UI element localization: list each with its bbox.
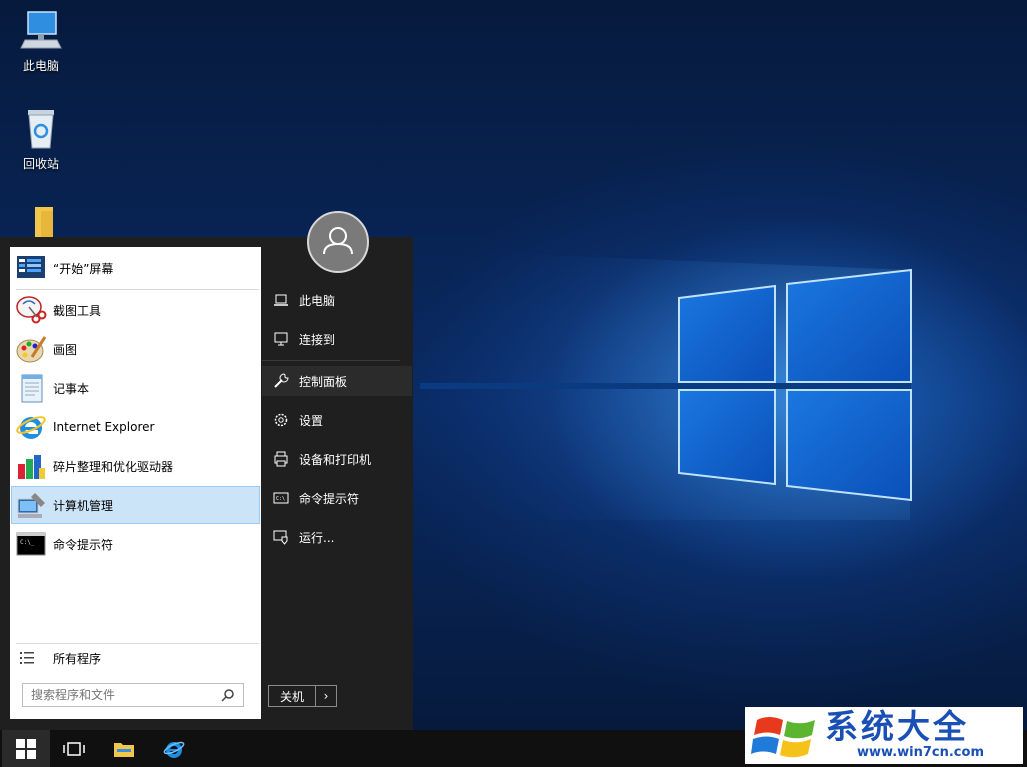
start-screen-item[interactable]: “开始”屏幕 [12, 250, 259, 286]
start-screen-icon [17, 256, 45, 278]
computer-management-icon [17, 493, 45, 518]
app-item-label: 记事本 [53, 381, 90, 396]
task-view-icon [63, 741, 85, 756]
app-item-internet-explorer[interactable]: Internet Explorer [12, 409, 259, 445]
gear-icon [274, 413, 288, 427]
wrench-icon [274, 373, 289, 388]
defrag-icon [18, 455, 45, 479]
app-item-command-prompt[interactable]: C:\_ 命令提示符 [12, 526, 259, 562]
right-item-label: 设备和打印机 [299, 452, 372, 467]
right-item-connect-to[interactable]: 连接到 [262, 324, 412, 354]
computer-icon [20, 11, 62, 49]
right-item-label: 连接到 [299, 332, 336, 347]
desktop-icon-label: 回收站 [22, 157, 59, 171]
user-icon [323, 227, 353, 255]
watermark: 系统大全 www.win7cn.com [745, 707, 1023, 764]
file-explorer-button[interactable] [100, 730, 148, 767]
paint-icon [16, 336, 47, 363]
right-item-label: 命令提示符 [299, 491, 360, 506]
desktop-icon-recycle-bin[interactable]: 回收站 [9, 106, 73, 172]
right-item-label: 控制面板 [299, 374, 348, 389]
app-item-computer-management[interactable]: 计算机管理 [11, 486, 260, 524]
laptop-icon [274, 294, 288, 306]
recycle-bin-icon [28, 110, 54, 149]
all-programs-button[interactable]: 所有程序 [12, 644, 259, 672]
search-box[interactable] [22, 683, 244, 707]
right-item-command-prompt[interactable]: C:\ 命令提示符 [262, 483, 412, 513]
notepad-icon [21, 374, 43, 403]
folder-icon [35, 207, 53, 237]
app-item-label: 命令提示符 [53, 537, 114, 552]
monitor-connect-icon [274, 332, 288, 346]
shutdown-button[interactable]: 关机 › [268, 685, 337, 707]
right-item-label: 设置 [299, 413, 324, 428]
windows-logo-icon [16, 738, 36, 759]
svg-text:C:\: C:\ [276, 496, 285, 502]
app-item-label: Internet Explorer [53, 420, 155, 434]
search-icon[interactable] [221, 688, 235, 702]
start-button[interactable] [2, 730, 50, 767]
app-item-label: 计算机管理 [53, 498, 114, 513]
start-left-pane: “开始”屏幕 截图工具 画图 记事本 Internet Explorer 碎片整… [10, 247, 261, 719]
start-screen-label: “开始”屏幕 [53, 261, 114, 276]
all-programs-label: 所有程序 [53, 651, 102, 666]
app-item-label: 碎片整理和优化驱动器 [53, 459, 174, 474]
internet-explorer-icon [16, 416, 46, 439]
user-avatar[interactable] [307, 211, 369, 273]
shutdown-label[interactable]: 关机 [269, 686, 316, 706]
printer-icon [274, 451, 288, 467]
search-input[interactable] [23, 685, 221, 705]
run-icon [273, 530, 288, 545]
right-item-devices-printers[interactable]: 设备和打印机 [262, 444, 412, 474]
internet-explorer-button[interactable] [150, 730, 198, 767]
list-icon [20, 652, 34, 664]
divider [262, 360, 400, 361]
app-item-notepad[interactable]: 记事本 [12, 370, 259, 406]
task-view-button[interactable] [50, 730, 98, 767]
folder-icon [114, 742, 134, 757]
command-prompt-icon: C:\_ [16, 532, 46, 556]
windows-flag-logo-icon [751, 717, 815, 758]
right-item-settings[interactable]: 设置 [262, 405, 412, 435]
right-item-label: 此电脑 [299, 293, 336, 308]
shutdown-options-chevron-icon[interactable]: › [316, 686, 336, 706]
app-item-label: 画图 [53, 342, 78, 357]
cmd-small-icon: C:\ [273, 492, 289, 504]
app-item-paint[interactable]: 画图 [12, 331, 259, 367]
right-item-this-pc[interactable]: 此电脑 [262, 285, 412, 315]
svg-text:C:\_: C:\_ [20, 539, 35, 546]
internet-explorer-icon [163, 741, 185, 758]
right-item-label: 运行... [299, 530, 335, 545]
app-item-snipping-tool[interactable]: 截图工具 [12, 292, 259, 328]
app-item-defrag[interactable]: 碎片整理和优化驱动器 [12, 448, 259, 484]
watermark-title: 系统大全 [825, 707, 969, 746]
start-menu: “开始”屏幕 截图工具 画图 记事本 Internet Explorer 碎片整… [0, 237, 413, 730]
desktop-icon-label: 此电脑 [22, 59, 59, 73]
app-item-label: 截图工具 [53, 303, 102, 318]
divider [16, 289, 259, 290]
right-item-control-panel[interactable]: 控制面板 [262, 366, 412, 396]
snipping-tool-icon [16, 296, 47, 324]
watermark-url: www.win7cn.com [857, 745, 984, 760]
right-item-run[interactable]: 运行... [262, 522, 412, 552]
desktop-icon-this-pc[interactable]: 此电脑 [9, 8, 73, 74]
